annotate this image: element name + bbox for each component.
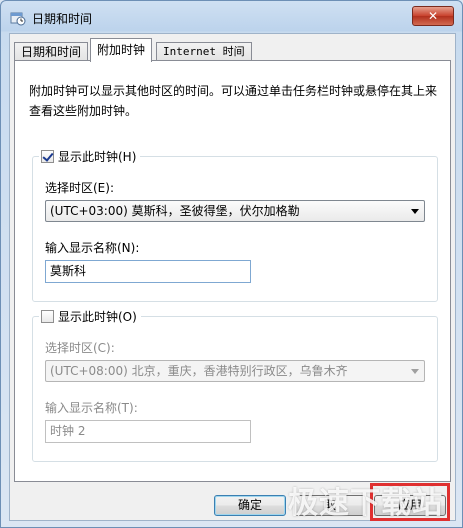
clock1-timezone-value: (UTC+03:00) 莫斯科，圣彼得堡，伏尔加格勒: [50, 204, 300, 218]
close-icon: ✕: [427, 9, 439, 23]
title-bar[interactable]: 日期和时间 ✕: [1, 1, 462, 33]
ok-button[interactable]: 确定: [214, 495, 286, 516]
clock1-name-label: 输入显示名称(N):: [45, 241, 140, 255]
clock2-name-label: 输入显示名称(T):: [45, 401, 138, 415]
clock1-checkbox[interactable]: [41, 150, 54, 163]
tab-internet-time[interactable]: Internet 时间: [156, 42, 252, 61]
clock1-checkbox-row[interactable]: 显示此时钟(H): [39, 148, 141, 165]
clock2-checkbox[interactable]: [41, 310, 54, 323]
watermark-text: 极速下载站: [288, 486, 443, 521]
clock2-timezone-select[interactable]: (UTC+08:00) 北京，重庆，香港特别行政区，乌鲁木齐: [45, 360, 425, 382]
chevron-down-icon: [411, 209, 419, 214]
clock1-timezone-select[interactable]: (UTC+03:00) 莫斯科，圣彼得堡，伏尔加格勒: [45, 200, 425, 222]
clock2-checkbox-label: 显示此时钟(O): [58, 310, 137, 324]
dialog-body: 日期和时间 附加时钟 Internet 时间 附加时钟可以显示其他时区的时间。可…: [9, 33, 456, 521]
tab-panel: 附加时钟可以显示其他时区的时间。可以通过单击任务栏时钟或悬停在其上来查看这些附加…: [14, 60, 451, 482]
chevron-down-icon: [411, 369, 419, 374]
tab-date-time[interactable]: 日期和时间: [14, 42, 89, 61]
clock2-timezone-label: 选择时区(C):: [45, 341, 115, 355]
close-button[interactable]: ✕: [412, 6, 454, 26]
clock1-name-input[interactable]: 莫斯科: [45, 260, 251, 283]
clock2-group: 显示此时钟(O) 选择时区(C): (UTC+08:00) 北京，重庆，香港特别…: [32, 308, 438, 462]
description-text: 附加时钟可以显示其他时区的时间。可以通过单击任务栏时钟或悬停在其上来查看这些附加…: [29, 84, 438, 118]
clock1-group: 显示此时钟(H) 选择时区(E): (UTC+03:00) 莫斯科，圣彼得堡，伏…: [32, 148, 438, 302]
clock1-timezone-label: 选择时区(E):: [45, 181, 114, 195]
tab-additional-clocks[interactable]: 附加时钟: [90, 38, 153, 62]
clock2-name-input[interactable]: 时钟 2: [45, 420, 251, 443]
clock2-timezone-value: (UTC+08:00) 北京，重庆，香港特别行政区，乌鲁木齐: [50, 364, 348, 378]
window-title: 日期和时间: [32, 12, 93, 26]
clock1-checkbox-label: 显示此时钟(H): [58, 150, 137, 164]
clock-calendar-icon: [10, 12, 26, 26]
dialog-window: 日期和时间 ✕ 日期和时间 附加时钟 Internet 时间 附加时钟可以显示其…: [0, 0, 463, 528]
clock2-checkbox-row[interactable]: 显示此时钟(O): [39, 308, 141, 325]
